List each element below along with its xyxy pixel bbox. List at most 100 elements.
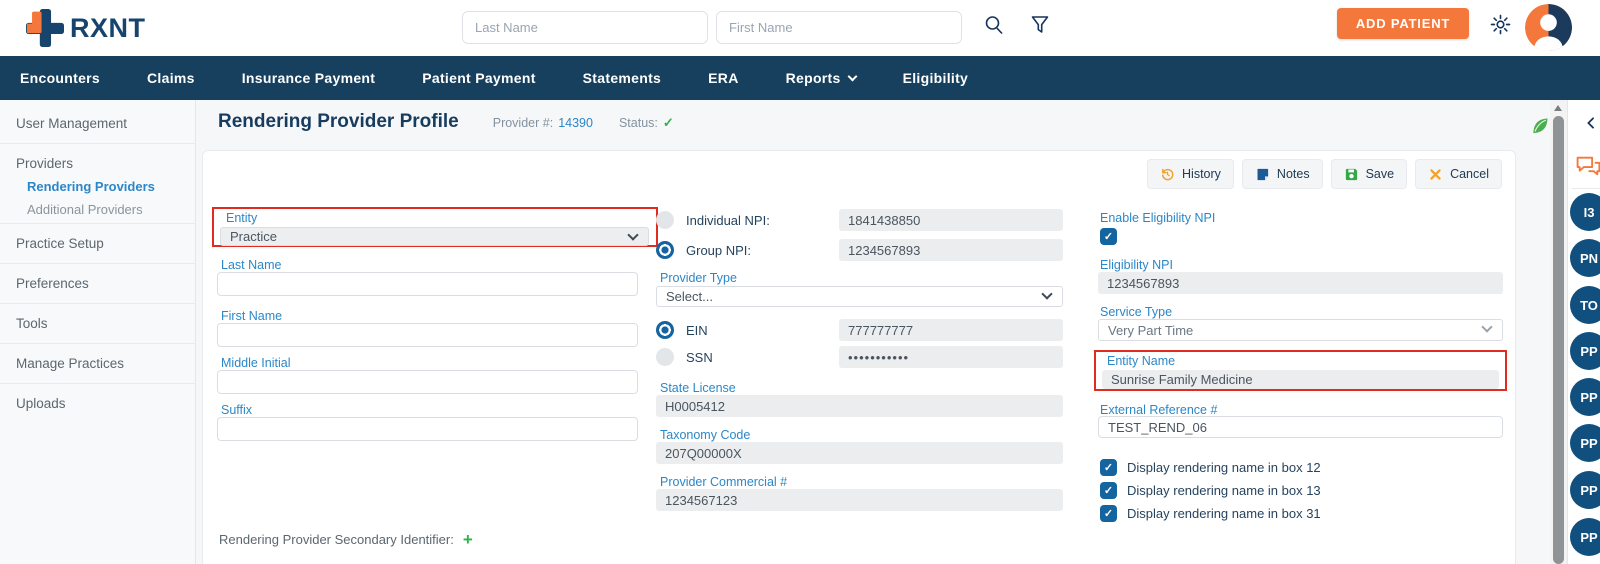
group-npi-input[interactable]: [839, 239, 1063, 261]
suffix-label: Suffix: [221, 403, 253, 417]
entity-highlight-box: Entity Practice: [212, 207, 658, 247]
suffix-input[interactable]: [217, 417, 638, 441]
save-icon: [1345, 168, 1357, 180]
enable-eligibility-npi-label: Enable Eligibility NPI: [1100, 211, 1216, 225]
display-box13-label: Display rendering name in box 13: [1127, 482, 1321, 498]
provider-commercial-label: Provider Commercial #: [660, 475, 788, 489]
service-type-select[interactable]: Very Part Time: [1098, 319, 1503, 341]
individual-npi-input[interactable]: [839, 209, 1063, 231]
practice-badge[interactable]: I3: [1570, 193, 1600, 231]
gear-icon[interactable]: [1489, 13, 1512, 36]
logo-text: RXNT: [70, 12, 146, 43]
nav-insurance-payment[interactable]: Insurance Payment: [242, 70, 376, 86]
practice-badge[interactable]: PP: [1570, 378, 1600, 416]
sidebar-item-preferences[interactable]: Preferences: [0, 266, 195, 301]
display-box12-row: Display rendering name in box 12: [1100, 458, 1321, 476]
practice-badge[interactable]: PP: [1570, 518, 1600, 556]
vertical-scrollbar[interactable]: [1550, 100, 1567, 564]
sidebar-item-additional-providers[interactable]: Additional Providers: [0, 198, 195, 221]
practice-badge[interactable]: PP: [1570, 332, 1600, 370]
ssn-radio[interactable]: [656, 348, 674, 366]
scroll-up-arrow[interactable]: [1554, 105, 1562, 111]
chevron-down-icon: [1041, 287, 1053, 300]
save-button[interactable]: Save: [1330, 159, 1408, 189]
history-icon: [1162, 168, 1174, 180]
display-box31-row: Display rendering name in box 31: [1100, 504, 1321, 522]
nav-reports[interactable]: Reports: [786, 70, 858, 86]
sidebar-item-user-management[interactable]: User Management: [0, 106, 195, 141]
rxnt-logo[interactable]: RXNT: [26, 8, 146, 48]
enable-eligibility-npi-checkbox[interactable]: [1100, 228, 1117, 245]
filter-icon[interactable]: [1028, 13, 1052, 37]
nav-statements[interactable]: Statements: [583, 70, 661, 86]
state-license-input[interactable]: [656, 395, 1063, 417]
display-box12-checkbox[interactable]: [1100, 458, 1117, 476]
right-rail: I3 PN TO PP PP PP PP PP: [1567, 100, 1600, 564]
state-license-label: State License: [660, 381, 736, 395]
user-avatar[interactable]: [1525, 4, 1572, 51]
ein-label: EIN: [686, 322, 708, 338]
nav-eligibility[interactable]: Eligibility: [903, 70, 969, 86]
first-name-label: First Name: [221, 309, 283, 323]
practice-badge[interactable]: TO: [1570, 286, 1600, 324]
ein-radio[interactable]: [656, 321, 674, 339]
leaf-icon[interactable]: [1530, 116, 1550, 136]
sidebar-item-practice-setup[interactable]: Practice Setup: [0, 226, 195, 261]
cancel-button[interactable]: Cancel: [1415, 159, 1502, 189]
external-reference-input[interactable]: [1098, 416, 1503, 438]
ein-input[interactable]: [839, 319, 1063, 341]
search-icon[interactable]: [982, 13, 1006, 37]
last-name-search-input[interactable]: [462, 11, 708, 44]
nav-patient-payment[interactable]: Patient Payment: [422, 70, 535, 86]
practice-badge[interactable]: PP: [1570, 424, 1600, 462]
sidebar-item-providers[interactable]: Providers: [0, 146, 195, 175]
ssn-label: SSN: [686, 349, 713, 365]
group-npi-radio[interactable]: [656, 241, 674, 259]
middle-initial-input[interactable]: [217, 370, 638, 394]
service-type-label: Service Type: [1100, 305, 1173, 319]
nav-era[interactable]: ERA: [708, 70, 738, 86]
entity-label: Entity: [226, 211, 258, 225]
rail-divider: [1572, 188, 1600, 189]
individual-npi-radio[interactable]: [656, 211, 674, 229]
nav-claims[interactable]: Claims: [147, 70, 195, 86]
chevron-down-icon: [627, 228, 639, 241]
sidebar-divider: [0, 263, 195, 264]
practice-badge[interactable]: PP: [1570, 471, 1600, 509]
nav-encounters[interactable]: Encounters: [20, 70, 100, 86]
practice-badge[interactable]: PN: [1570, 239, 1600, 277]
last-name-input[interactable]: [217, 272, 638, 296]
provider-commercial-input[interactable]: [656, 489, 1063, 511]
secondary-identifier-label: Rendering Provider Secondary Identifier:: [219, 532, 454, 547]
notes-button[interactable]: Notes: [1241, 159, 1323, 189]
display-box31-checkbox[interactable]: [1100, 504, 1117, 522]
top-header: RXNT ADD PATIENT: [0, 0, 1600, 56]
collapse-chevron-left-icon[interactable]: [1584, 116, 1598, 130]
add-secondary-identifier-icon[interactable]: +: [463, 531, 473, 548]
card-toolbar: History Notes Save Cancel: [1147, 159, 1502, 189]
page-title: Rendering Provider Profile: [218, 111, 459, 132]
provider-type-select[interactable]: Select...: [656, 286, 1063, 307]
provider-number-value[interactable]: 14390: [558, 116, 593, 130]
first-name-search-input[interactable]: [716, 11, 962, 44]
scrollbar-thumb[interactable]: [1553, 116, 1564, 564]
history-button[interactable]: History: [1147, 159, 1234, 189]
eligibility-npi-input[interactable]: [1098, 272, 1503, 294]
first-name-input[interactable]: [217, 323, 638, 347]
sidebar-item-manage-practices[interactable]: Manage Practices: [0, 346, 195, 381]
sidebar-item-uploads[interactable]: Uploads: [0, 386, 195, 421]
add-patient-button[interactable]: ADD PATIENT: [1337, 8, 1469, 39]
sidebar-item-tools[interactable]: Tools: [0, 306, 195, 341]
middle-initial-label: Middle Initial: [221, 356, 291, 370]
individual-npi-label: Individual NPI:: [686, 212, 770, 228]
provider-number-label: Provider #:: [492, 116, 554, 130]
taxonomy-code-input[interactable]: [656, 442, 1063, 464]
chat-icon[interactable]: [1575, 153, 1600, 180]
sidebar-divider: [0, 143, 195, 144]
entity-select[interactable]: Practice: [220, 227, 649, 246]
ssn-input[interactable]: [839, 346, 1063, 368]
display-box13-checkbox[interactable]: [1100, 481, 1117, 499]
entity-name-input[interactable]: [1102, 370, 1499, 389]
sidebar-item-rendering-providers[interactable]: Rendering Providers: [0, 175, 195, 198]
display-box13-row: Display rendering name in box 13: [1100, 481, 1321, 499]
